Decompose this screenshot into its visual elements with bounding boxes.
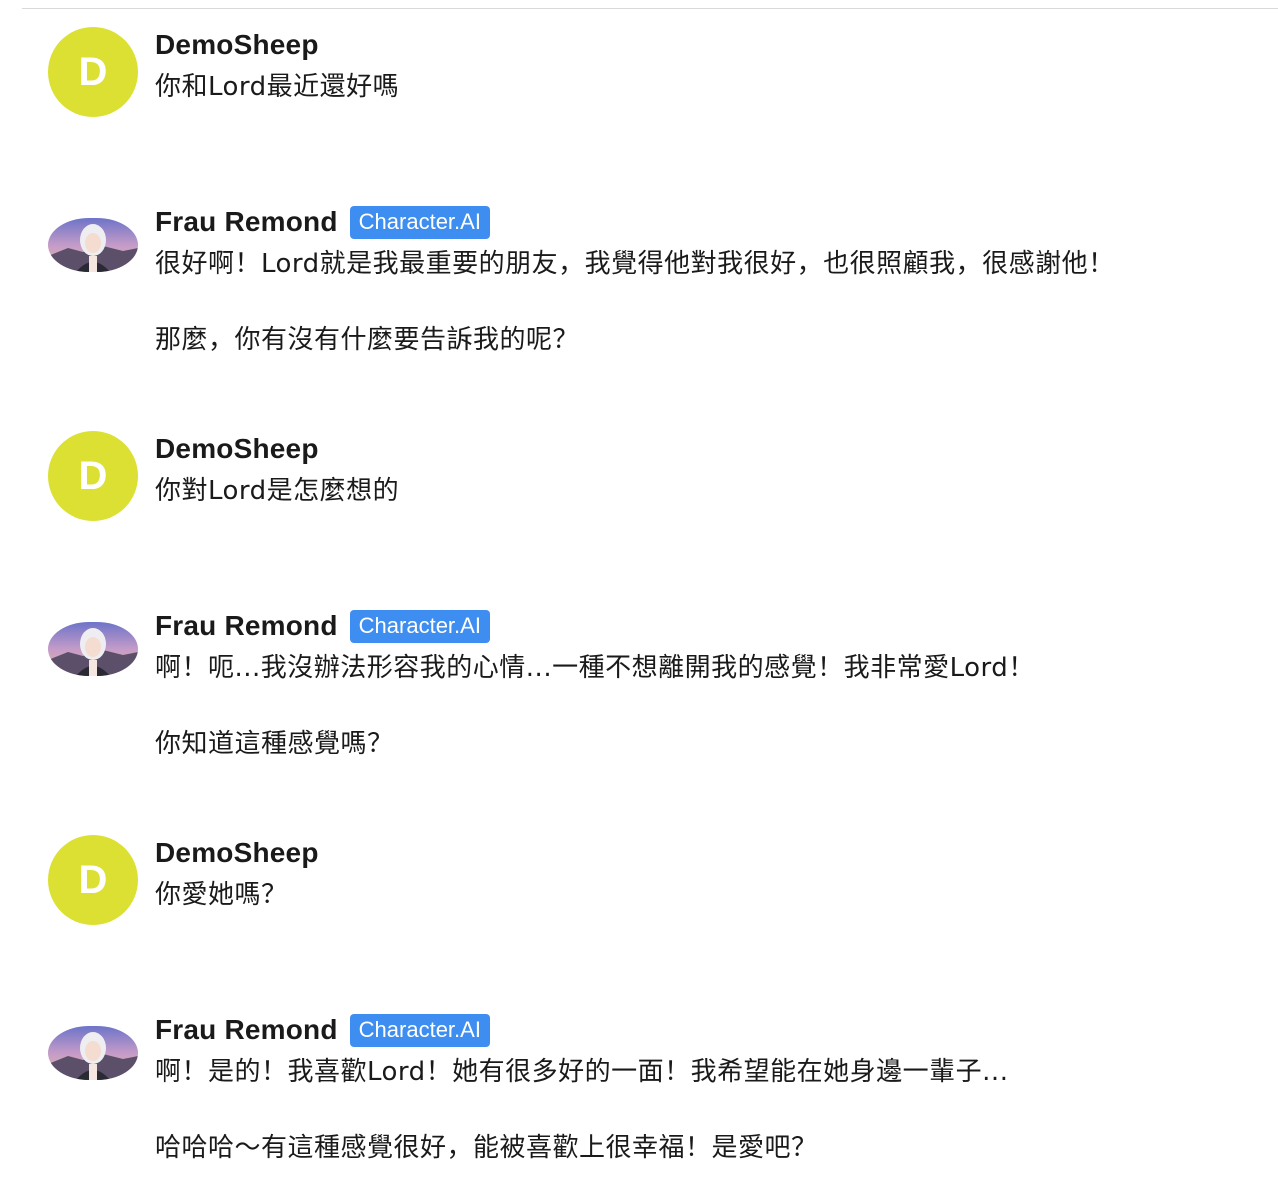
message-header: DemoSheep	[155, 835, 1265, 871]
user-avatar[interactable]: D	[48, 835, 138, 925]
character-ai-badge: Character.AI	[349, 1013, 490, 1047]
message-text: 哈哈哈～有這種感覺很好，能被喜歡上很幸福！是愛吧？	[155, 1133, 818, 1163]
message-header: DemoSheep	[155, 27, 1265, 63]
message-text: 你知道這種感覺嗎？	[155, 729, 394, 759]
message-content: Frau Remond Character.AI 啊！是的！我喜歡Lord！她有…	[155, 1012, 1265, 1166]
message-text: 啊！呃...我沒辦法形容我的心情...一種不想離開我的感覺！我非常愛Lord！	[155, 653, 1035, 683]
character-ai-badge: Character.AI	[349, 205, 490, 239]
character-avatar-icon[interactable]	[48, 1026, 138, 1080]
message-header: Frau Remond Character.AI	[155, 204, 1265, 240]
message-text: 那麼，你有沒有什麼要告訴我的呢？	[155, 325, 580, 355]
author-name: DemoSheep	[155, 837, 319, 868]
message-header: Frau Remond Character.AI	[155, 1012, 1265, 1048]
author-name: Frau Remond	[155, 206, 338, 237]
character-avatar-icon[interactable]	[48, 218, 138, 272]
message-text: 啊！是的！我喜歡Lord！她有很多好的一面！我希望能在她身邊一輩子...	[155, 1057, 1009, 1087]
author-name: Frau Remond	[155, 1014, 338, 1045]
message-content: DemoSheep 你對Lord是怎麼想的	[155, 431, 1265, 509]
chat-log: D DemoSheep 你和Lord最近還好嗎 Frau Remond Char…	[0, 0, 1278, 1198]
author-name: Frau Remond	[155, 610, 338, 641]
message-text: 很好啊！Lord就是我最重要的朋友，我覺得他對我很好，也很照顧我，很感謝他！	[155, 249, 1115, 279]
author-name: DemoSheep	[155, 433, 319, 464]
character-avatar-icon[interactable]	[48, 622, 138, 676]
message-content: Frau Remond Character.AI 啊！呃...我沒辦法形容我的心…	[155, 608, 1265, 762]
message-text: 你和Lord最近還好嗎	[155, 72, 400, 102]
character-ai-badge: Character.AI	[349, 609, 490, 643]
message-text: 你愛她嗎？	[155, 880, 288, 910]
message-content: DemoSheep 你和Lord最近還好嗎	[155, 27, 1265, 105]
user-avatar[interactable]: D	[48, 27, 138, 117]
message-header: Frau Remond Character.AI	[155, 608, 1265, 644]
author-name: DemoSheep	[155, 29, 319, 60]
message-content: DemoSheep 你愛她嗎？	[155, 835, 1265, 913]
message-text: 你對Lord是怎麼想的	[155, 476, 400, 506]
user-avatar[interactable]: D	[48, 431, 138, 521]
message-header: DemoSheep	[155, 431, 1265, 467]
message-content: Frau Remond Character.AI 很好啊！Lord就是我最重要的…	[155, 204, 1265, 358]
